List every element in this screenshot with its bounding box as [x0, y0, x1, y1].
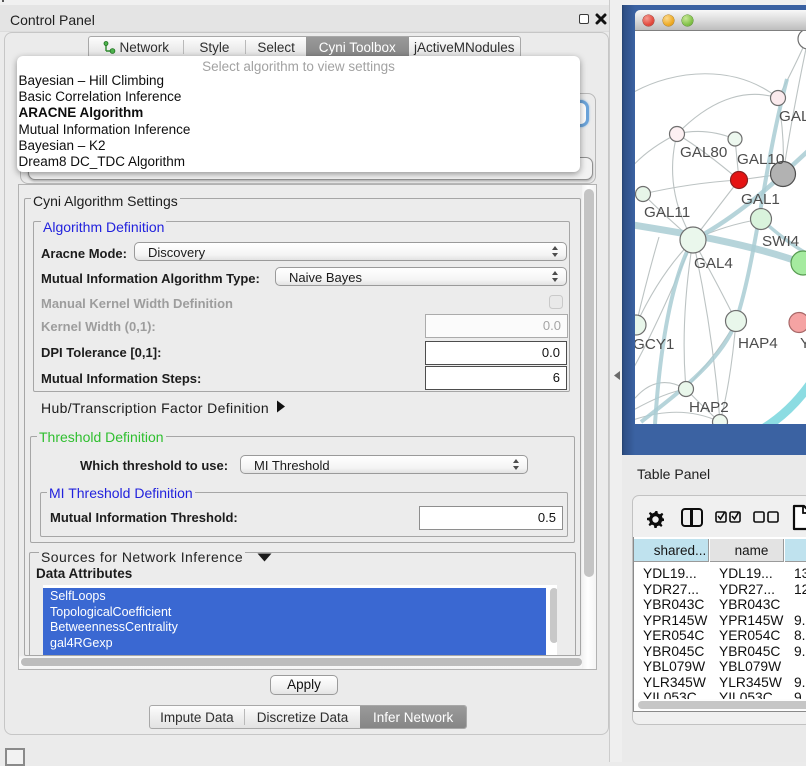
svg-text:HAP2: HAP2: [689, 399, 729, 416]
svg-text:GAL11: GAL11: [644, 204, 690, 221]
svg-text:GAL80: GAL80: [680, 144, 727, 161]
svg-text:GAL7: GAL7: [779, 108, 806, 125]
svg-text:GCY1: GCY1: [635, 336, 674, 353]
svg-text:SWI4: SWI4: [762, 233, 799, 250]
svg-text:YM: YM: [800, 335, 806, 352]
svg-text:HAP4: HAP4: [738, 335, 778, 352]
svg-text:GAL10: GAL10: [737, 151, 784, 168]
svg-text:GAL4: GAL4: [694, 255, 733, 272]
svg-text:GAL1: GAL1: [741, 191, 780, 208]
